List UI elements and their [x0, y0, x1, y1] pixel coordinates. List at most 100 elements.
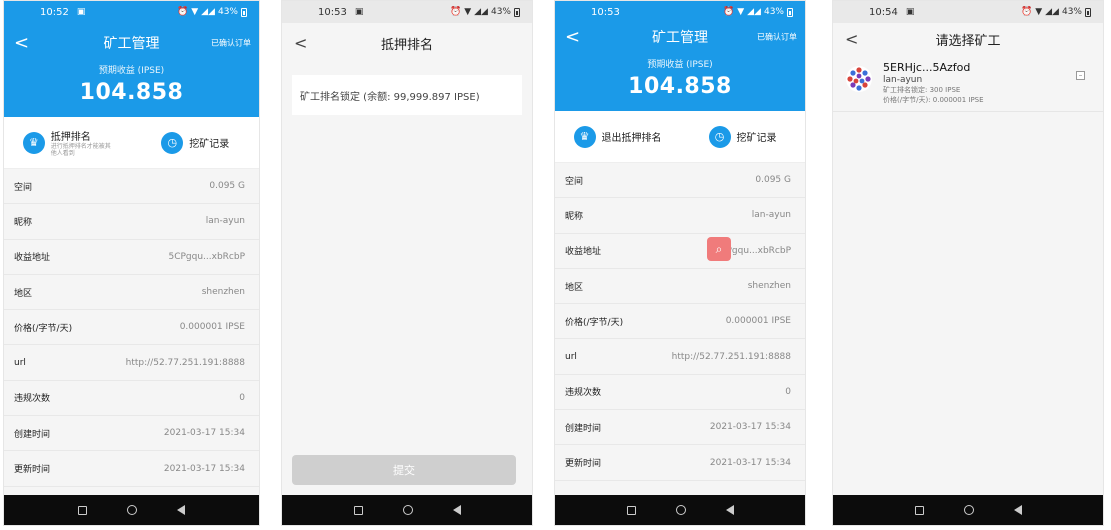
earnings-label: 预期收益 (IPSE) [98, 66, 165, 76]
stake-ranking-label: 抵押排名 [50, 131, 91, 143]
back-nav-icon[interactable] [452, 505, 461, 515]
miner-list-item[interactable]: 5ERHjc...5Azfod lan-ayun 矿工排名锁定: 300 IPS… [833, 55, 1103, 113]
header: < 矿工管理 已确认订单 预期收益 (IPSE) 104.858 [555, 17, 805, 111]
home-icon[interactable] [675, 505, 686, 515]
stake-amount-field[interactable]: 矿工排名锁定 (余额: 99,999.897 IPSE) [292, 75, 522, 115]
page-title: 请选择矿工 [935, 33, 1001, 49]
home-icon[interactable] [127, 505, 137, 515]
battery-percent: 43% [1061, 7, 1082, 17]
signal-icon: ◢◢ [201, 7, 215, 17]
miner-price: 价格(/字节/天): 0.000001 IPSE [883, 96, 984, 105]
recents-icon[interactable] [78, 505, 87, 515]
page-title: 抵押排名 [380, 37, 433, 53]
image-icon: ▣ [905, 7, 915, 17]
recents-icon[interactable] [626, 505, 636, 515]
home-icon[interactable] [963, 505, 974, 515]
signal-icon: ◢◢ [1045, 7, 1059, 17]
status-time: 10:52 [40, 6, 69, 18]
info-list: 空间 0.095 G 昵称 lan-ayun 收益地址 5CPgqu...xbRcbP… [555, 163, 805, 481]
wifi-icon: ▼ [1035, 7, 1043, 17]
stake-ranking-hint: 进行抵押排名才能被其他人看到 [50, 142, 111, 157]
alarm-icon: ⏰ [450, 7, 462, 17]
alarm-icon: ⏰ [1021, 7, 1033, 17]
back-icon[interactable]: < [565, 27, 580, 48]
battery-percent: 43% [217, 7, 238, 17]
back-nav-icon[interactable] [725, 505, 734, 515]
alarm-icon: ⏰ [723, 7, 735, 17]
image-icon: ▣ [354, 7, 364, 17]
stake-amount-label: 矿工排名锁定 (余额: 99,999.897 IPSE) [300, 91, 480, 103]
exit-stake-ranking-label: 退出抵押排名 [601, 133, 662, 144]
confirmed-orders-link[interactable]: 已确认订单 [757, 32, 797, 43]
recents-icon[interactable] [353, 505, 363, 515]
info-row: 空间 0.095 G [4, 169, 259, 205]
battery-icon [241, 7, 247, 17]
battery-percent: 43% [763, 7, 784, 17]
battery-percent: 43% [490, 7, 511, 17]
info-row: 更新时间 2021-03-17 15:34 [4, 451, 259, 487]
timer-icon: ◷ [708, 125, 731, 148]
wifi-icon: ▼ [191, 7, 199, 17]
mining-records-button[interactable]: ◷ 挖矿记录 [132, 131, 260, 154]
info-row: 违规次数 0 [4, 381, 259, 417]
info-list: 空间 0.095 G 昵称 lan-ayun 收益地址 5CPgqu...xbRcbP… [4, 169, 259, 487]
status-time: 10:53 [318, 6, 347, 18]
miner-nickname: lan-ayun [883, 75, 923, 85]
submit-button[interactable]: 提交 [292, 455, 516, 485]
info-row: 创建时间 2021-03-17 15:34 [555, 410, 805, 446]
exit-stake-ranking-button[interactable]: ♛ 退出抵押排名 [555, 125, 680, 148]
signal-icon: ◢◢ [747, 7, 761, 17]
signal-icon: ◢◢ [474, 7, 488, 17]
miner-lock: 矿工排名锁定: 300 IPSE [883, 86, 961, 94]
nav-bar: < 请选择矿工 [833, 23, 1103, 55]
stake-ranking-button[interactable]: ♛ 抵押排名 进行抵押排名才能被其他人看到 [4, 128, 132, 157]
mining-records-label: 挖矿记录 [189, 139, 230, 150]
phone-select-miner: 10:54 ▣ ⏰ ▼ ◢◢ 43% < 请选择矿工 5ERHjc...5Azfod l… [832, 0, 1104, 526]
earnings-value: 104.858 [79, 80, 184, 105]
action-bar: ♛ 抵押排名 进行抵押排名才能被其他人看到 ◷ 挖矿记录 [4, 117, 259, 169]
trophy-icon: ♛ [22, 131, 45, 154]
miner-avatar [846, 66, 872, 92]
info-row: 昵称 lan-ayun [555, 198, 805, 234]
info-row: 收益地址 5CPgqu...xbRcbP [4, 240, 259, 275]
mining-records-button[interactable]: ◷ 挖矿记录 [680, 125, 805, 148]
mining-records-label: 挖矿记录 [736, 133, 777, 144]
info-row: 价格(/字节/天) 0.000001 IPSE [4, 310, 259, 346]
battery-icon [1085, 7, 1091, 17]
status-bar: 10:54 ▣ ⏰ ▼ ◢◢ 43% [833, 1, 1103, 23]
info-row: 创建时间 2021-03-17 15:34 [4, 416, 259, 452]
status-time: 10:54 [869, 6, 898, 18]
back-icon[interactable]: < [845, 30, 858, 49]
earnings-value: 104.858 [628, 74, 732, 99]
confirmed-orders-link[interactable]: 已确认订单 [211, 38, 251, 49]
info-row: 更新时间 2021-03-17 15:34 [555, 445, 805, 481]
status-time: 10:53 [591, 6, 620, 18]
home-icon[interactable] [402, 505, 413, 515]
header: < 矿工管理 已确认订单 预期收益 (IPSE) 104.858 [4, 23, 259, 117]
earnings-label: 预期收益 (IPSE) [647, 60, 713, 70]
trophy-icon: ♛ [573, 125, 596, 148]
info-row: 违规次数 0 [555, 375, 805, 411]
nav-bar: < 抵押排名 [282, 23, 532, 63]
back-icon[interactable]: < [14, 33, 29, 54]
info-row: 价格(/字节/天) 0.000001 IPSE [555, 304, 805, 340]
battery-icon [514, 7, 520, 17]
miner-select-checkbox[interactable] [1076, 71, 1085, 80]
phone-stake-ranking: 10:53 ▣ ⏰ ▼ ◢◢ 43% < 抵押排名 矿工排名锁定 (余额: 99,999… [281, 0, 533, 526]
info-row: url http://52.77.251.191:8888 [555, 339, 805, 375]
recents-icon[interactable] [914, 505, 924, 515]
image-icon: ▣ [76, 7, 86, 17]
back-icon[interactable]: < [294, 34, 307, 53]
wifi-icon: ▼ [737, 7, 745, 17]
magnifier-icon[interactable]: ⌕ [707, 237, 731, 261]
nav-bar: < 矿工管理 已确认订单 [4, 23, 259, 63]
back-nav-icon[interactable] [177, 505, 185, 515]
system-nav-bar [282, 495, 532, 525]
info-row: url http://52.77.251.191:8888 [4, 345, 259, 381]
page-title: 矿工管理 [103, 36, 160, 52]
back-nav-icon[interactable] [1013, 505, 1022, 515]
info-row: 地区 shenzhen [555, 269, 805, 305]
info-row: 收益地址 5CPgqu...xbRcbP [555, 234, 805, 269]
info-row: 空间 0.095 G [555, 163, 805, 199]
battery-icon [787, 7, 793, 17]
